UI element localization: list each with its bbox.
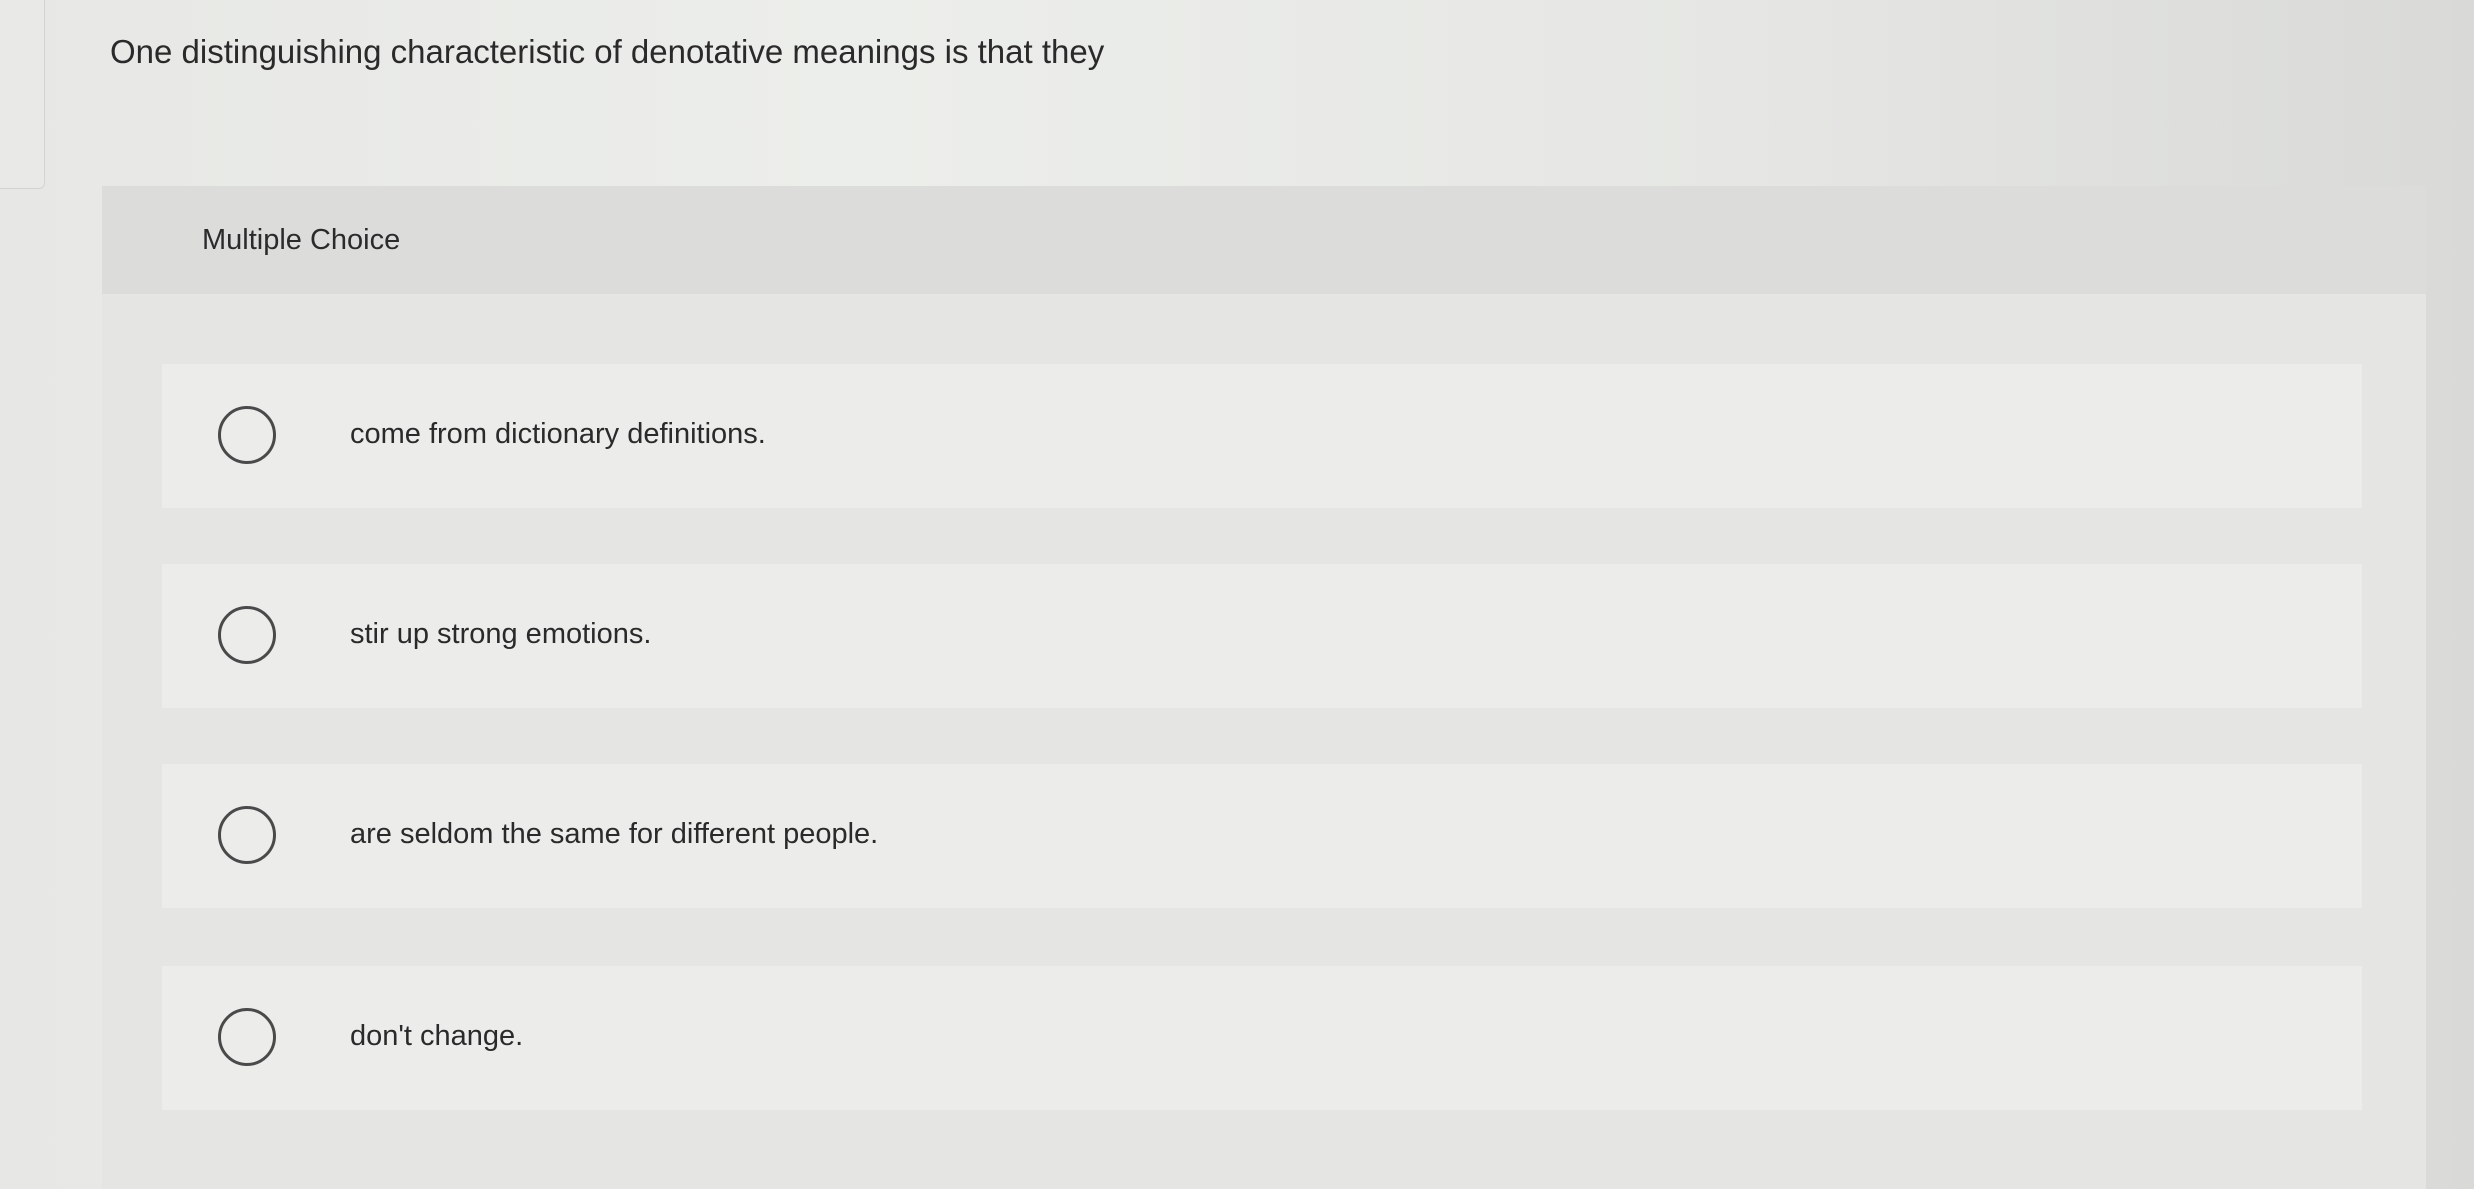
- radio-button-icon[interactable]: [218, 606, 276, 664]
- answer-option-label: don't change.: [350, 1020, 524, 1052]
- question-type-label: Multiple Choice: [202, 224, 401, 256]
- radio-button-icon[interactable]: [218, 406, 276, 464]
- radio-button-icon[interactable]: [218, 806, 276, 864]
- radio-button-icon[interactable]: [218, 1008, 276, 1066]
- multiple-choice-panel: Multiple Choice come from dictionary def…: [102, 186, 2426, 1189]
- panel-header: Multiple Choice: [102, 186, 2426, 294]
- question-text: One distinguishing characteristic of den…: [110, 33, 1105, 70]
- side-tab: [0, 0, 45, 189]
- answer-option-1[interactable]: come from dictionary definitions.: [162, 364, 2362, 508]
- answer-option-4[interactable]: don't change.: [162, 966, 2362, 1110]
- answer-option-2[interactable]: stir up strong emotions.: [162, 564, 2362, 708]
- answer-option-label: come from dictionary definitions.: [350, 418, 766, 450]
- answer-option-3[interactable]: are seldom the same for different people…: [162, 764, 2362, 908]
- answer-option-label: stir up strong emotions.: [350, 618, 652, 650]
- answer-option-label: are seldom the same for different people…: [350, 818, 879, 850]
